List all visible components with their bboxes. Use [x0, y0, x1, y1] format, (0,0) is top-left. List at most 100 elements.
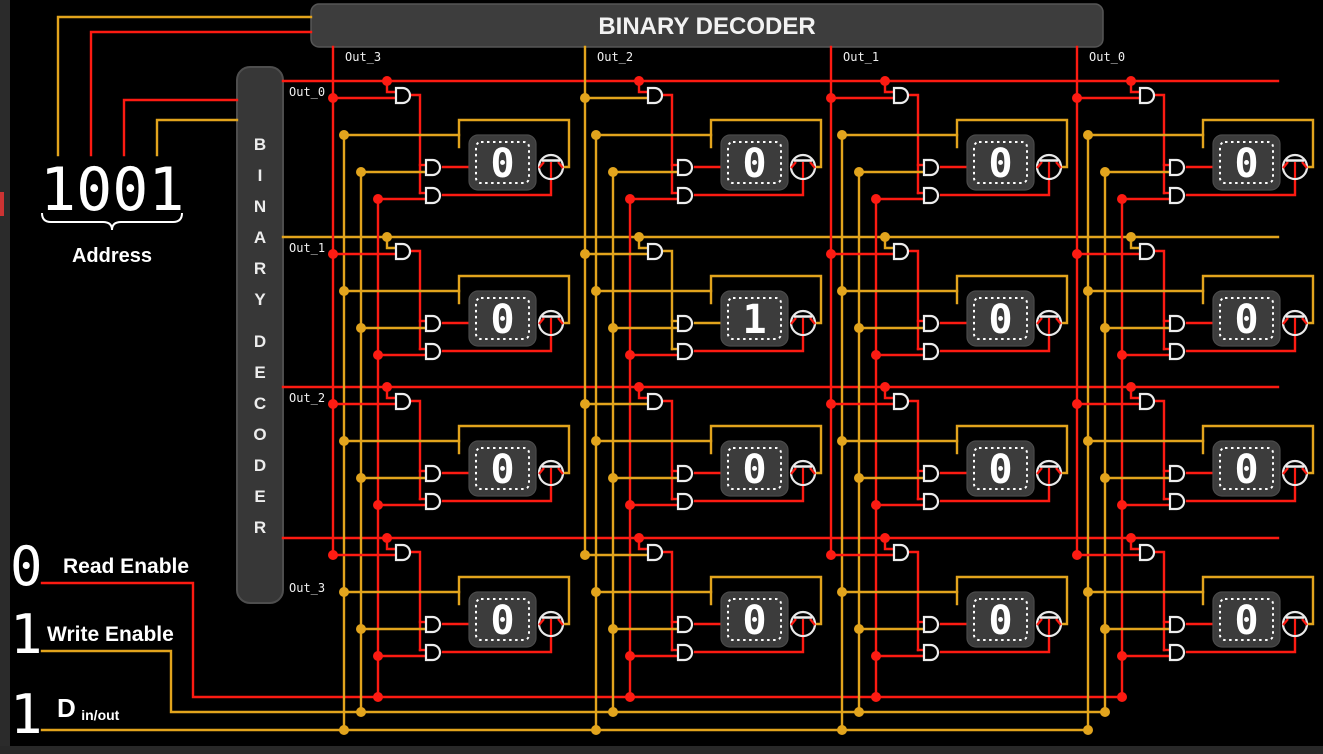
and-gate-write[interactable]: [678, 316, 692, 331]
memory-bit-value: 0: [742, 141, 766, 187]
memory-bit-value: 0: [1234, 447, 1258, 493]
and-gate-write[interactable]: [1170, 617, 1184, 632]
wire-junction: [854, 167, 864, 177]
and-gate-cell-select[interactable]: [894, 545, 908, 560]
wire-junction: [826, 93, 836, 103]
pass-transistor[interactable]: [791, 612, 815, 636]
and-gate-read[interactable]: [924, 344, 938, 359]
memory-cell-r1c2[interactable]: 0: [967, 291, 1034, 346]
and-gate-cell-select[interactable]: [648, 88, 662, 103]
memory-cell-r1c0[interactable]: 0: [469, 291, 536, 346]
and-gate-read[interactable]: [924, 188, 938, 203]
and-gate-cell-select[interactable]: [1140, 88, 1154, 103]
wire-junction: [634, 382, 644, 392]
and-gate-write[interactable]: [1170, 466, 1184, 481]
and-gate-write[interactable]: [924, 617, 938, 632]
write-enable-input-value[interactable]: 1: [10, 603, 43, 666]
wire-junction: [373, 651, 383, 661]
and-gate-write[interactable]: [924, 316, 938, 331]
and-gate-read[interactable]: [1170, 344, 1184, 359]
pass-transistor[interactable]: [539, 461, 563, 485]
and-gate-write[interactable]: [678, 160, 692, 175]
and-gate-cell-select[interactable]: [894, 88, 908, 103]
and-gate-cell-select[interactable]: [648, 545, 662, 560]
and-gate-write[interactable]: [924, 466, 938, 481]
and-gate-read[interactable]: [426, 494, 440, 509]
wire-junction: [608, 167, 618, 177]
and-gate-write[interactable]: [924, 160, 938, 175]
and-gate-read[interactable]: [426, 188, 440, 203]
pass-transistor[interactable]: [1283, 612, 1307, 636]
memory-cell-r3c1[interactable]: 0: [721, 592, 788, 647]
pass-transistor[interactable]: [1037, 612, 1061, 636]
and-gate-read[interactable]: [678, 645, 692, 660]
and-gate-read[interactable]: [1170, 494, 1184, 509]
and-gate-cell-select[interactable]: [1140, 394, 1154, 409]
memory-cell-r0c0[interactable]: 0: [469, 135, 536, 190]
top-binary-decoder-label: BINARY DECODER: [598, 13, 815, 40]
address-input-value[interactable]: 1001: [40, 155, 185, 225]
and-gate-cell-select[interactable]: [648, 394, 662, 409]
and-gate-write[interactable]: [426, 160, 440, 175]
and-gate-write[interactable]: [1170, 160, 1184, 175]
memory-cell-r1c1[interactable]: 1: [721, 291, 788, 346]
memory-cell-r2c0[interactable]: 0: [469, 441, 536, 496]
and-gate-cell-select[interactable]: [648, 244, 662, 259]
and-gate-write[interactable]: [678, 466, 692, 481]
and-gate-read[interactable]: [426, 344, 440, 359]
and-gate-cell-select[interactable]: [894, 244, 908, 259]
memory-cell-r0c2[interactable]: 0: [967, 135, 1034, 190]
pass-transistor[interactable]: [791, 155, 815, 179]
cell-select-leg: [909, 251, 918, 349]
pass-transistor[interactable]: [539, 311, 563, 335]
and-gate-cell-select[interactable]: [396, 545, 410, 560]
and-gate-write[interactable]: [426, 466, 440, 481]
and-gate-read[interactable]: [678, 494, 692, 509]
and-gate-cell-select[interactable]: [1140, 244, 1154, 259]
write-enable-bus: [42, 651, 1105, 712]
wire-junction: [625, 651, 635, 661]
and-gate-read[interactable]: [924, 645, 938, 660]
and-gate-read[interactable]: [924, 494, 938, 509]
and-gate-read[interactable]: [1170, 188, 1184, 203]
and-gate-read[interactable]: [678, 188, 692, 203]
pass-transistor[interactable]: [1037, 311, 1061, 335]
left-binary-decoder-letter: E: [254, 487, 265, 506]
and-gate-write[interactable]: [1170, 316, 1184, 331]
read-enable-input-value[interactable]: 0: [10, 535, 43, 598]
memory-cell-r0c1[interactable]: 0: [721, 135, 788, 190]
and-gate-cell-select[interactable]: [396, 244, 410, 259]
and-gate-write[interactable]: [426, 617, 440, 632]
memory-cell-r2c3[interactable]: 0: [1213, 441, 1280, 496]
memory-cell-r2c2[interactable]: 0: [967, 441, 1034, 496]
left-binary-decoder-letter: E: [254, 363, 265, 382]
memory-cell-r1c3[interactable]: 0: [1213, 291, 1280, 346]
and-gate-read[interactable]: [678, 344, 692, 359]
pass-transistor[interactable]: [1283, 461, 1307, 485]
and-gate-cell-select[interactable]: [396, 88, 410, 103]
and-gate-cell-select[interactable]: [396, 394, 410, 409]
and-gate-cell-select[interactable]: [1140, 545, 1154, 560]
pass-transistor[interactable]: [791, 461, 815, 485]
and-gate-write[interactable]: [678, 617, 692, 632]
and-gate-read[interactable]: [1170, 645, 1184, 660]
pass-transistor[interactable]: [1037, 155, 1061, 179]
cell-select-leg: [411, 401, 420, 499]
pass-transistor[interactable]: [1037, 461, 1061, 485]
and-gate-cell-select[interactable]: [894, 394, 908, 409]
memory-cell-r3c0[interactable]: 0: [469, 592, 536, 647]
pass-transistor[interactable]: [539, 612, 563, 636]
memory-cell-r0c3[interactable]: 0: [1213, 135, 1280, 190]
pass-transistor[interactable]: [1283, 311, 1307, 335]
left-binary-decoder-letter: Y: [254, 290, 266, 309]
pass-transistor[interactable]: [1283, 155, 1307, 179]
memory-cell-r2c1[interactable]: 0: [721, 441, 788, 496]
memory-cell-r3c2[interactable]: 0: [967, 592, 1034, 647]
cell-select-leg: [909, 95, 918, 193]
memory-cell-r3c3[interactable]: 0: [1213, 592, 1280, 647]
and-gate-read[interactable]: [426, 645, 440, 660]
data-inout-input-value[interactable]: 1: [10, 683, 43, 746]
and-gate-write[interactable]: [426, 316, 440, 331]
pass-transistor[interactable]: [539, 155, 563, 179]
pass-transistor[interactable]: [791, 311, 815, 335]
